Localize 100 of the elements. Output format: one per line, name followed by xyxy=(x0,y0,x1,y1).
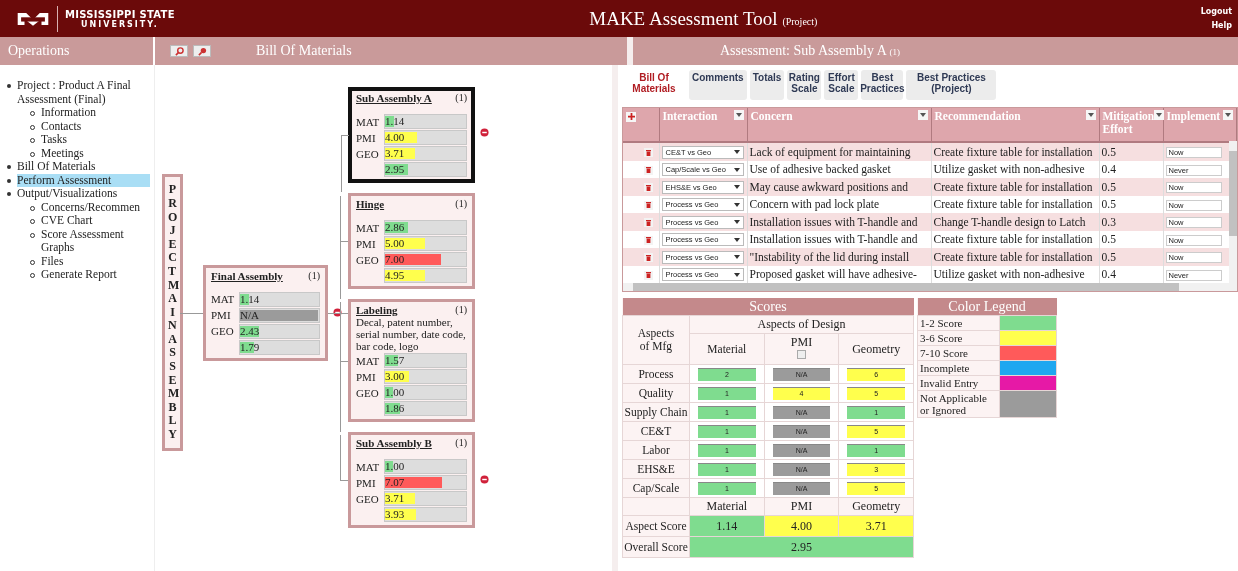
nav-link[interactable]: CVE Chart xyxy=(41,214,93,228)
vertical-scrollbar[interactable] xyxy=(1229,141,1237,283)
nav-link[interactable]: Tasks xyxy=(41,133,68,147)
collapse-icon[interactable] xyxy=(480,475,489,484)
score-value: 1.14 xyxy=(385,116,405,127)
delete-button[interactable] xyxy=(643,235,653,245)
table-cell: Create fixture table for installation xyxy=(931,248,1099,266)
nav-link[interactable]: Project : Product A Final Assessment (Final) xyxy=(17,79,150,106)
nav-link[interactable]: Output/Visualizations xyxy=(17,187,118,201)
tab[interactable]: Best Practices (Project) xyxy=(906,70,997,100)
table-cell: "Instability of the lid during install xyxy=(747,248,931,266)
node-count: (1) xyxy=(455,92,467,104)
root-node[interactable]: PROJECT MAIN ASSEMBLY xyxy=(162,174,183,451)
column-menu-button[interactable] xyxy=(733,110,744,120)
trash-icon xyxy=(645,184,651,191)
university-subtitle: UNIVERSITY. xyxy=(81,19,159,29)
delete-button[interactable] xyxy=(643,165,653,175)
score-value: 1.86 xyxy=(385,403,405,414)
caret-icon xyxy=(733,202,740,207)
header-link[interactable]: Help xyxy=(1211,21,1232,30)
caret-icon xyxy=(1225,113,1231,117)
delete-button[interactable] xyxy=(643,200,653,210)
tab[interactable]: Totals xyxy=(749,70,785,100)
caret-icon xyxy=(733,237,740,242)
nav-link[interactable]: Perform Assessment xyxy=(17,173,150,187)
trash-icon xyxy=(645,149,651,156)
score-label: PMI xyxy=(356,476,377,489)
panel-title: Operations xyxy=(8,43,70,59)
nav-link[interactable]: Information xyxy=(41,106,96,120)
table-cell: 0.5 xyxy=(1099,142,1163,161)
score-value: 4.95 xyxy=(385,270,405,281)
table-cell: Change T-handle design to Latch xyxy=(931,213,1099,231)
score-label: PMI xyxy=(356,237,377,250)
nav-link[interactable]: Files xyxy=(41,254,64,268)
score-label: GEO xyxy=(356,147,380,160)
node-count: (1) xyxy=(455,304,467,316)
column-menu-button[interactable] xyxy=(1085,110,1096,120)
row-header: Cap/Scale xyxy=(622,478,690,498)
magnifier-icon xyxy=(197,46,207,56)
score-label: MAT xyxy=(356,221,381,234)
node-title: Labeling xyxy=(356,304,398,316)
column-menu-button[interactable] xyxy=(917,110,928,120)
nav-link[interactable]: Bill Of Materials xyxy=(17,160,96,174)
table-title: Color Legend xyxy=(917,298,1057,316)
checkbox[interactable] xyxy=(797,350,806,359)
nav-link[interactable]: Score Assessment Graphs xyxy=(41,227,150,255)
plus-icon xyxy=(627,113,635,120)
caret-icon xyxy=(1087,113,1094,117)
delete-button[interactable] xyxy=(643,253,653,263)
trash-icon xyxy=(645,272,651,279)
panel-title: Assessment: Sub Assembly A (1) xyxy=(720,43,901,59)
nav-link[interactable]: Generate Report xyxy=(41,268,117,282)
legend-label: 7-10 Score xyxy=(917,345,1000,361)
panel-title: Bill Of Materials xyxy=(256,43,352,59)
node-count: (1) xyxy=(455,437,467,449)
table-title: Scores xyxy=(622,298,914,316)
tab[interactable]: Bill Of Materials xyxy=(622,70,686,100)
row-header: CE&T xyxy=(622,421,690,441)
horizontal-scrollbar[interactable] xyxy=(622,283,1238,292)
university-name: MISSISSIPPI STATE xyxy=(65,8,175,20)
column-menu-button[interactable] xyxy=(1223,110,1233,120)
node-title: Sub Assembly B xyxy=(356,437,432,449)
app-title: MAKE Assessment Tool (Project) xyxy=(588,7,819,30)
collapse-icon[interactable] xyxy=(480,128,489,137)
magnifier-icon xyxy=(174,46,184,56)
caret-icon xyxy=(919,113,926,117)
delete-button[interactable] xyxy=(643,218,653,228)
trash-icon xyxy=(645,254,651,261)
column-menu-button[interactable] xyxy=(1154,110,1165,120)
column-footer: Material xyxy=(689,497,765,516)
tab[interactable]: Best Practices xyxy=(861,70,904,100)
delete-button[interactable] xyxy=(643,148,653,158)
row-header: Overall Score xyxy=(622,536,690,558)
row-header: Quality xyxy=(622,383,690,403)
score-value: 7.07 xyxy=(385,477,405,488)
tab[interactable]: Rating Scale xyxy=(787,70,822,100)
legend-label: Not Applicable or Ignored xyxy=(917,390,1000,418)
nav-link[interactable]: Meetings xyxy=(41,146,84,160)
score-value: 4.00 xyxy=(385,132,405,143)
zoom-out-button[interactable] xyxy=(193,45,211,57)
nav-link[interactable]: Contacts xyxy=(41,119,82,133)
score-label: PMI xyxy=(211,309,232,321)
legend-label: 1-2 Score xyxy=(917,315,1000,331)
node-title: Sub Assembly A xyxy=(356,92,432,104)
caret-icon xyxy=(733,220,740,225)
node-title: Final Assembly xyxy=(211,269,283,282)
tab[interactable]: Effort Scale xyxy=(824,70,859,100)
tab[interactable]: Comments xyxy=(689,70,747,100)
row-heading: Aspects of Mfg xyxy=(622,315,690,365)
score-value: 2.43 xyxy=(240,325,260,337)
delete-button[interactable] xyxy=(643,183,653,193)
table-cell: 0.3 xyxy=(1099,213,1163,231)
table-cell: Installation issues with T-handle and xyxy=(747,213,931,231)
caret-icon xyxy=(733,150,740,155)
add-row-button[interactable] xyxy=(626,111,636,122)
delete-button[interactable] xyxy=(643,270,653,280)
header-link[interactable]: Logout xyxy=(1200,7,1232,16)
table-cell: Create fixture table for installation xyxy=(931,178,1099,196)
zoom-in-button[interactable] xyxy=(170,45,188,57)
nav-link[interactable]: Concerns/Recommen xyxy=(41,200,140,214)
